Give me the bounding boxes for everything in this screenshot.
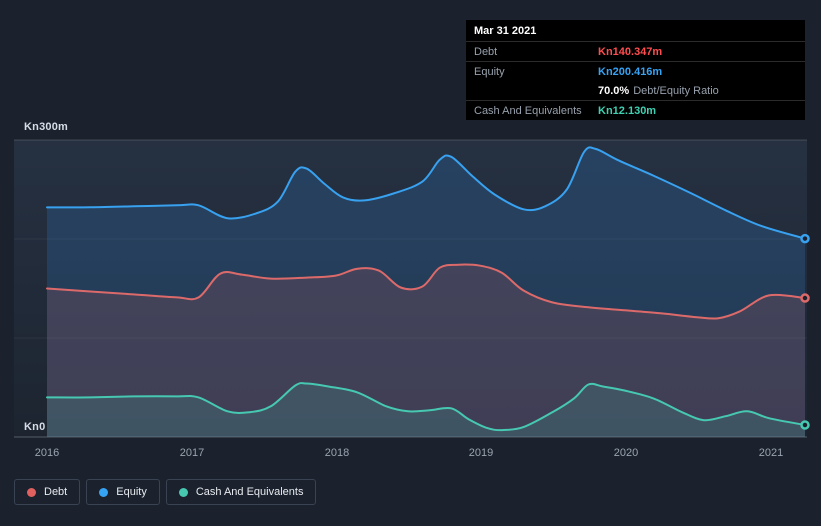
cash-legend-dot-icon: [178, 487, 188, 497]
debt-equity-chart-panel: Kn300m Kn0 2016 2017 2018 2019 2020 2021…: [0, 0, 821, 526]
tooltip-date: Mar 31 2021: [466, 20, 805, 42]
tooltip-equity-row: Equity Kn200.416m: [466, 62, 805, 81]
tooltip-ratio-number: 70.0%: [598, 84, 630, 97]
x-tick-2017: 2017: [179, 447, 205, 459]
x-tick-2018: 2018: [324, 447, 350, 459]
equity-legend-dot-icon: [99, 487, 109, 497]
x-tick-2016: 2016: [34, 447, 60, 459]
x-tick-2020: 2020: [613, 447, 639, 459]
tooltip-equity-label: Equity: [474, 65, 505, 78]
legend-item-debt[interactable]: Debt: [14, 479, 81, 505]
legend-equity-label: Equity: [116, 486, 147, 498]
tooltip-ratio-value: 70.0% Debt/Equity Ratio: [598, 85, 719, 97]
legend-debt-label: Debt: [44, 486, 68, 498]
tooltip-cash-value: Kn12.130m: [598, 104, 657, 117]
y-axis-min-label: Kn0: [24, 421, 46, 433]
tooltip-ratio-row: 70.0% Debt/Equity Ratio: [466, 81, 805, 101]
debt-legend-dot-icon: [27, 487, 36, 497]
tooltip-equity-value: Kn200.416m: [598, 65, 663, 78]
y-axis-max-label: Kn300m: [24, 121, 68, 133]
x-tick-2019: 2019: [468, 447, 494, 459]
chart-tooltip: Mar 31 2021 Debt Kn140.347m Equity Kn200…: [466, 20, 805, 120]
tooltip-cash-row: Cash And Equivalents Kn12.130m: [466, 101, 805, 120]
tooltip-cash-label: Cash And Equivalents: [474, 104, 582, 117]
tooltip-debt-label: Debt: [474, 45, 498, 58]
legend-cash-label: Cash And Equivalents: [195, 486, 304, 498]
chart-legend: Debt Equity Cash And Equivalents: [14, 479, 317, 505]
tooltip-debt-row: Debt Kn140.347m: [466, 42, 805, 62]
tooltip-debt-value: Kn140.347m: [598, 45, 663, 58]
legend-item-cash[interactable]: Cash And Equivalents: [165, 479, 317, 505]
legend-item-equity[interactable]: Equity: [86, 479, 160, 505]
tooltip-ratio-text: Debt/Equity Ratio: [633, 84, 719, 97]
x-tick-2021: 2021: [758, 447, 784, 459]
